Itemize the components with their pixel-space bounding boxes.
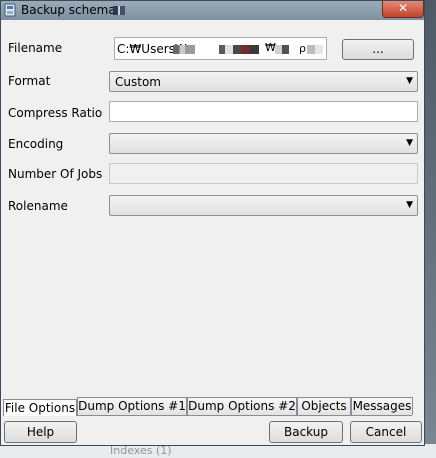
title-bar[interactable]: Backup schema ✕ xyxy=(1,1,424,20)
tab-strip-border xyxy=(77,415,412,416)
encoding-select[interactable]: ▼ xyxy=(109,133,418,154)
background-window-edge xyxy=(425,0,436,458)
rolename-label: Rolename xyxy=(8,199,68,213)
backup-button[interactable]: Backup xyxy=(269,421,343,443)
compress-ratio-input[interactable] xyxy=(109,101,418,122)
close-icon: ✕ xyxy=(397,1,409,15)
tab-dump-options-1[interactable]: Dump Options #1 xyxy=(77,397,187,415)
redacted-segment xyxy=(219,45,259,54)
help-button[interactable]: Help xyxy=(4,421,77,443)
encoding-label: Encoding xyxy=(8,137,64,151)
number-of-jobs-label: Number Of Jobs xyxy=(8,167,103,181)
redacted-segment xyxy=(275,45,289,54)
window-title: Backup schema xyxy=(21,3,116,17)
database-backup-icon xyxy=(4,3,16,17)
tab-file-options[interactable]: File Options xyxy=(3,399,77,416)
number-of-jobs-input[interactable] xyxy=(109,163,418,184)
cancel-button[interactable]: Cancel xyxy=(350,421,422,443)
close-button[interactable]: ✕ xyxy=(382,1,424,18)
background-tree-strip: Indexes (1) xyxy=(0,444,436,458)
chevron-down-icon: ▼ xyxy=(406,138,413,148)
rolename-select[interactable]: ▼ xyxy=(109,195,418,216)
backup-schema-dialog: Backup schema ✕ Filename C:₩Users₩ ₩ ρ .… xyxy=(0,0,425,446)
format-select[interactable]: Custom ▼ xyxy=(109,71,418,92)
tab-objects[interactable]: Objects xyxy=(297,397,351,415)
filename-input[interactable]: C:₩Users₩ ₩ ρ xyxy=(114,37,327,60)
tab-dump-options-2[interactable]: Dump Options #2 xyxy=(187,397,297,415)
chevron-down-icon: ▼ xyxy=(406,76,413,86)
redacted-segment xyxy=(307,45,323,54)
format-label: Format xyxy=(8,74,51,88)
filename-tail: ρ xyxy=(299,42,306,55)
tab-messages[interactable]: Messages xyxy=(351,397,413,415)
format-value: Custom xyxy=(115,75,161,89)
redacted-title-suffix xyxy=(113,6,125,15)
filename-label: Filename xyxy=(8,41,63,55)
chevron-down-icon: ▼ xyxy=(406,200,413,210)
redacted-segment xyxy=(173,45,195,54)
compress-ratio-label: Compress Ratio xyxy=(8,106,103,120)
browse-button[interactable]: ... xyxy=(342,39,414,60)
